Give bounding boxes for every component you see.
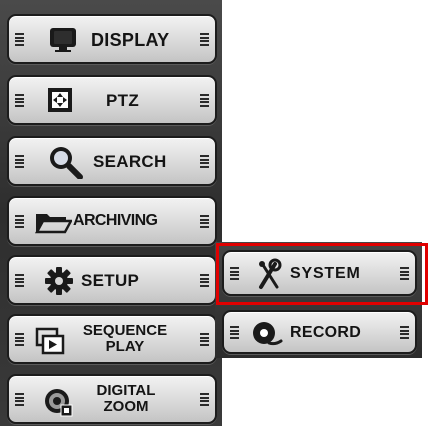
sequence-play-icon (33, 326, 67, 356)
setup-button[interactable]: SETUP (7, 255, 217, 305)
digital-zoom-icon (41, 386, 75, 418)
grip-right-icon (200, 274, 209, 287)
magnifier-icon (45, 144, 85, 180)
grip-right-icon (200, 393, 209, 406)
ptz-label: PTZ (106, 91, 140, 110)
grip-right-icon (200, 333, 209, 346)
grip-left-icon (15, 215, 24, 228)
setup-label: SETUP (81, 271, 140, 290)
monitor-icon (45, 26, 81, 54)
grip-right-icon (400, 267, 409, 280)
grip-left-icon (15, 393, 24, 406)
sequence-label-line2: PLAY (105, 338, 145, 355)
grip-right-icon (400, 326, 409, 339)
display-label: DISPLAY (91, 30, 170, 50)
archiving-label: ARCHIVING (73, 212, 158, 229)
wrench-screwdriver-icon (254, 258, 284, 290)
search-button[interactable]: SEARCH (7, 136, 217, 186)
grip-left-icon (15, 155, 24, 168)
digital-zoom-label-line2: ZOOM (103, 398, 149, 415)
digital-zoom-label-line1: DIGITAL (96, 382, 156, 399)
sequence-label-line1: SEQUENCE (82, 322, 168, 339)
sequence-play-button[interactable]: SEQUENCE PLAY (7, 314, 217, 364)
grip-right-icon (200, 215, 209, 228)
ptz-button[interactable]: PTZ (7, 75, 217, 125)
grip-left-icon (15, 274, 24, 287)
grip-right-icon (200, 155, 209, 168)
grip-left-icon (15, 333, 24, 346)
display-button[interactable]: DISPLAY (7, 14, 217, 64)
system-button[interactable]: SYSTEM (222, 250, 417, 296)
digital-zoom-button[interactable]: DIGITAL ZOOM (7, 374, 217, 424)
grip-left-icon (230, 326, 239, 339)
grip-left-icon (230, 267, 239, 280)
system-label: SYSTEM (290, 265, 361, 282)
gear-icon (43, 266, 75, 296)
archiving-button[interactable]: ARCHIVING (7, 196, 217, 246)
record-icon (250, 318, 284, 348)
grip-right-icon (200, 33, 209, 46)
grip-right-icon (200, 94, 209, 107)
grip-left-icon (15, 33, 24, 46)
record-button[interactable]: RECORD (222, 310, 417, 354)
grip-left-icon (15, 94, 24, 107)
setup-submenu-panel: SYSTEM RECORD (215, 242, 422, 358)
main-menu-panel: DISPLAY PTZ SEARCH ARCHIVING SETUP SEQUE… (0, 0, 222, 426)
record-label: RECORD (290, 324, 362, 341)
folder-icon (33, 209, 73, 235)
ptz-icon (43, 85, 77, 115)
search-label: SEARCH (93, 152, 167, 171)
